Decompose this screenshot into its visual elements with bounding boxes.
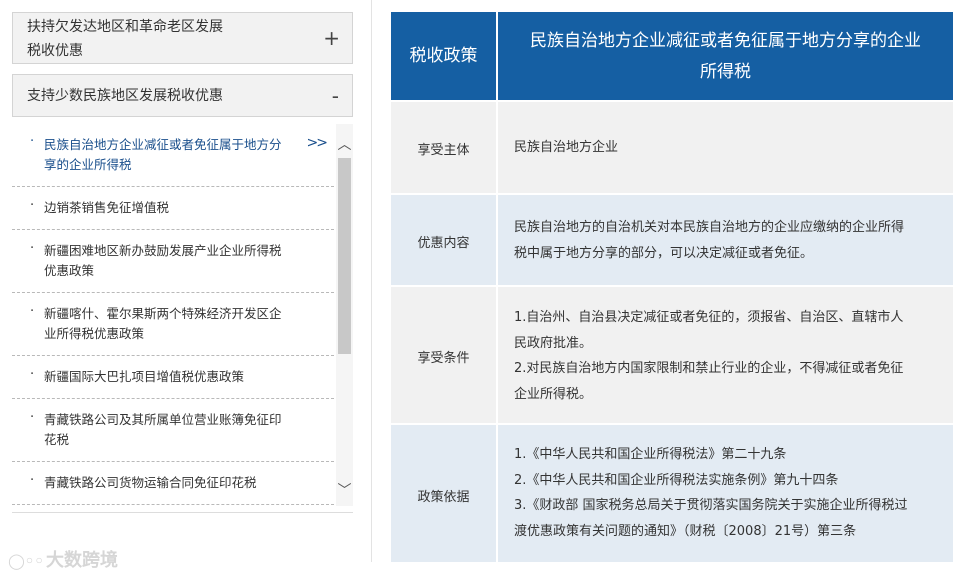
table-header: 税收政策 民族自治地方企业减征或者免征属于地方分享的企业 所得税 <box>391 12 953 100</box>
row-value-line: 1.自治州、自治县决定减征或者免征的，须报省、自治区、直辖市人 <box>514 310 904 325</box>
watermark-text: 大数跨境 <box>45 550 118 571</box>
table-row: 优惠内容 民族自治地方的自治机关对本民族自治地方的企业应缴纳的企业所得 税中属于… <box>391 195 953 285</box>
accordion-label-line: 扶持欠发达地区和革命老区发展 <box>27 19 223 35</box>
list-item-label: 新疆喀什、霍尔果斯两个特殊经济开发区企 业所得税优惠政策 <box>44 304 299 344</box>
bullet: · <box>30 473 35 488</box>
collapse-icon[interactable]: - <box>332 86 339 106</box>
list-item-line: 新疆国际大巴扎项目增值税优惠政策 <box>44 369 245 384</box>
row-label: 政策依据 <box>417 490 470 505</box>
accordion-ethnic-minority-regions[interactable]: 支持少数民族地区发展税收优惠 - <box>12 74 353 117</box>
list-item-line: 新疆困难地区新办鼓励发展产业企业所得税 <box>44 243 282 258</box>
header-label: 税收政策 <box>409 46 478 66</box>
list-scrollbar[interactable]: ︿ ﹀ <box>336 124 353 506</box>
list-item-line: 业所得税优惠政策 <box>44 326 145 341</box>
row-value-cell: 1.《中华人民共和国企业所得税法》第二十九条 2.《中华人民共和国企业所得税法实… <box>498 425 953 562</box>
header-cell-right: 民族自治地方企业减征或者免征属于地方分享的企业 所得税 <box>498 12 953 100</box>
row-value: 1.《中华人民共和国企业所得税法》第二十九条 2.《中华人民共和国企业所得税法实… <box>514 442 939 544</box>
row-label: 享受主体 <box>417 143 470 158</box>
bullet: · <box>30 304 35 319</box>
list-item-label: 民族自治地方企业减征或者免征属于地方分 享的企业所得税 <box>44 135 299 175</box>
table-row: 享受条件 1.自治州、自治县决定减征或者免征的，须报省、自治区、直辖市人 民政府… <box>391 287 953 423</box>
scroll-up-icon[interactable]: ︿ <box>336 134 353 154</box>
list-item[interactable]: · 青藏铁路公司及其所属单位营业账簿免征印 花税 <box>12 399 334 462</box>
policy-sidebar: 扶持欠发达地区和革命老区发展 税收优惠 + 支持少数民族地区发展税收优惠 - ·… <box>0 0 365 577</box>
policy-list: · 民族自治地方企业减征或者免征属于地方分 享的企业所得税 >> · 边销茶销售… <box>12 124 353 513</box>
row-value-line: 税中属于地方分享的部分，可以决定减征或者免征。 <box>514 245 814 261</box>
expand-icon[interactable]: + <box>323 28 340 48</box>
divider <box>371 0 372 562</box>
scroll-down-icon[interactable]: ﹀ <box>336 480 353 500</box>
row-value-line: 民政府批准。 <box>514 335 593 351</box>
row-value-line: 2.对民族自治地方内国家限制和禁止行业的企业，不得减征或者免征 <box>514 361 904 376</box>
row-value-line: 企业所得税。 <box>514 386 593 402</box>
list-item-line: 新疆喀什、霍尔果斯两个特殊经济开发区企 <box>44 306 282 321</box>
list-item-label: 新疆困难地区新办鼓励发展产业企业所得税 优惠政策 <box>44 241 299 281</box>
list-item[interactable]: · 青藏铁路公司货物运输合同免征印花税 <box>12 462 334 505</box>
row-label-cell: 政策依据 <box>391 425 496 562</box>
list-item-label: 青藏铁路公司货物运输合同免征印花税 <box>44 473 299 493</box>
row-value-line: 1.《中华人民共和国企业所得税法》第二十九条 <box>514 447 787 462</box>
row-value-line: 3.《财政部 国家税务总局关于贯彻落实国务院关于实施企业所得税过 <box>514 498 908 513</box>
accordion-underdeveloped-regions[interactable]: 扶持欠发达地区和革命老区发展 税收优惠 + <box>12 12 353 64</box>
list-item[interactable]: · 新疆喀什、霍尔果斯两个特殊经济开发区企 业所得税优惠政策 <box>12 293 334 356</box>
watermark-logo-icon: ◯◦◦ <box>8 552 44 570</box>
row-label: 优惠内容 <box>417 236 470 251</box>
list-item-line: 优惠政策 <box>44 263 95 278</box>
watermark: ◯◦◦ 大数跨境 <box>8 546 118 572</box>
policy-title-line: 民族自治地方企业减征或者免征属于地方分享的企业 <box>530 31 921 51</box>
list-item-label: 青藏铁路公司及其所属单位营业账簿免征印 花税 <box>44 410 299 450</box>
policy-title-line: 所得税 <box>700 62 751 82</box>
row-label-cell: 优惠内容 <box>391 195 496 285</box>
row-value-line: 民族自治地方企业 <box>514 140 619 155</box>
list-item-line: 青藏铁路公司货物运输合同免征印花税 <box>44 475 257 490</box>
bullet: · <box>30 367 35 382</box>
list-item-line: 花税 <box>44 432 70 447</box>
list-item-line: 青藏铁路公司及其所属单位营业账簿免征印 <box>44 412 282 427</box>
list-item-line: 边销茶销售免征增值税 <box>44 200 170 215</box>
row-label: 享受条件 <box>417 351 470 366</box>
list-item-line: 享的企业所得税 <box>44 157 132 172</box>
list-item[interactable]: · 民族自治地方企业减征或者免征属于地方分 享的企业所得税 >> <box>12 124 334 187</box>
row-value-line: 2.《中华人民共和国企业所得税法实施条例》第九十四条 <box>514 472 839 488</box>
double-chevron-right-icon: >> <box>306 135 329 151</box>
list-item[interactable]: · 新疆困难地区新办鼓励发展产业企业所得税 优惠政策 <box>12 230 334 293</box>
row-value-cell: 1.自治州、自治县决定减征或者免征的，须报省、自治区、直辖市人 民政府批准。 2… <box>498 287 953 423</box>
bullet: · <box>30 241 35 256</box>
bullet: · <box>30 410 35 425</box>
accordion-label: 扶持欠发达地区和革命老区发展 税收优惠 <box>27 15 223 63</box>
accordion-label-line: 税收优惠 <box>27 43 83 59</box>
policy-title: 民族自治地方企业减征或者免征属于地方分享的企业 所得税 <box>510 26 941 88</box>
list-item[interactable]: · 边销茶销售免征增值税 <box>12 187 334 230</box>
row-value: 1.自治州、自治县决定减征或者免征的，须报省、自治区、直辖市人 民政府批准。 2… <box>514 305 939 407</box>
table-row: 享受主体 民族自治地方企业 <box>391 102 953 193</box>
bullet: · <box>30 198 35 213</box>
row-value-cell: 民族自治地方的自治机关对本民族自治地方的企业应缴纳的企业所得 税中属于地方分享的… <box>498 195 953 285</box>
table-row: 政策依据 1.《中华人民共和国企业所得税法》第二十九条 2.《中华人民共和国企业… <box>391 425 953 562</box>
row-value-line: 渡优惠政策有关问题的通知》（财税〔2008〕21号）第三条 <box>514 523 857 539</box>
row-value: 民族自治地方企业 <box>514 135 939 161</box>
row-value-cell: 民族自治地方企业 <box>498 102 953 193</box>
list-item-label: 边销茶销售免征增值税 <box>44 198 299 218</box>
list-item[interactable]: · 新疆国际大巴扎项目增值税优惠政策 <box>12 356 334 399</box>
row-label-cell: 享受条件 <box>391 287 496 423</box>
row-value: 民族自治地方的自治机关对本民族自治地方的企业应缴纳的企业所得 税中属于地方分享的… <box>514 215 939 266</box>
header-cell-left: 税收政策 <box>391 12 496 100</box>
list-item-line: 民族自治地方企业减征或者免征属于地方分 <box>44 137 282 152</box>
list-item-label: 新疆国际大巴扎项目增值税优惠政策 <box>44 367 299 387</box>
row-label-cell: 享受主体 <box>391 102 496 193</box>
bullet: · <box>30 134 35 149</box>
row-value-line: 民族自治地方的自治机关对本民族自治地方的企业应缴纳的企业所得 <box>514 220 905 235</box>
scrollbar-thumb[interactable] <box>338 158 351 354</box>
accordion-label: 支持少数民族地区发展税收优惠 <box>27 88 223 104</box>
